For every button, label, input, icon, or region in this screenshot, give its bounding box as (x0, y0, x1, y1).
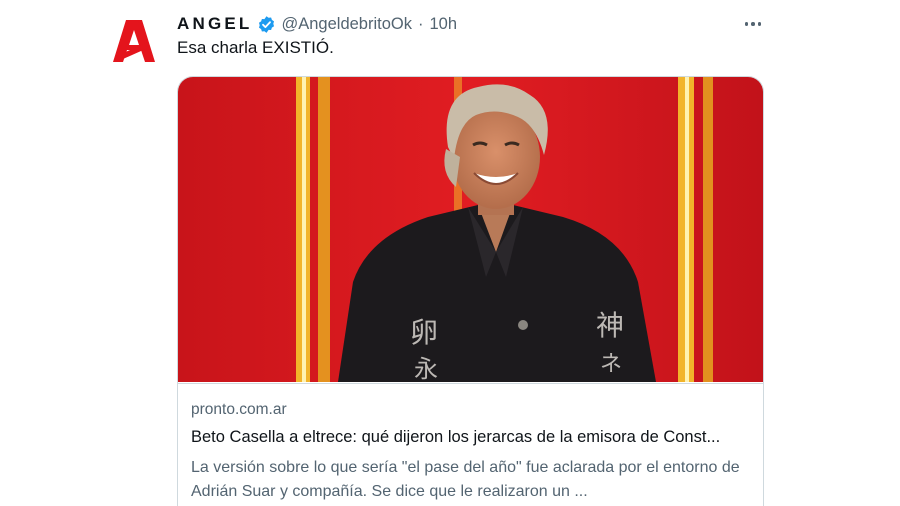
avatar[interactable] (108, 14, 160, 66)
display-name[interactable]: ANGEL (177, 14, 253, 34)
tweet-text: Esa charla EXISTIÓ. (177, 38, 334, 57)
card-description: La versión sobre lo que sería "el pase d… (191, 459, 740, 500)
link-preview-card[interactable]: 卵 永 神 ネ pronto.com.ar Beto Casella a elt… (177, 76, 764, 506)
svg-text:永: 永 (414, 355, 438, 382)
tweet[interactable]: ANGEL @AngeldebritoOk · 10h Esa charla E… (0, 0, 900, 506)
card-body: pronto.com.ar Beto Casella a eltrece: qu… (178, 383, 763, 500)
more-dot (751, 22, 755, 26)
card-title: Beto Casella a eltrece: qué dijeron los … (191, 428, 721, 446)
separator-dot: · (418, 14, 424, 33)
more-dot (757, 22, 762, 26)
user-handle[interactable]: @AngeldebritoOk (282, 15, 413, 34)
svg-text:神: 神 (596, 309, 624, 342)
svg-text:ネ: ネ (600, 352, 622, 377)
angel-logo-icon (113, 20, 155, 62)
svg-text:卵: 卵 (410, 316, 438, 349)
verified-badge-icon (257, 15, 276, 34)
tweet-header: ANGEL @AngeldebritoOk · 10h (177, 12, 770, 36)
card-image: 卵 永 神 ネ (178, 77, 763, 382)
timestamp[interactable]: 10h (430, 15, 458, 34)
card-domain: pronto.com.ar (191, 401, 287, 418)
more-options-icon (744, 22, 749, 26)
more-options-button[interactable] (740, 14, 766, 34)
